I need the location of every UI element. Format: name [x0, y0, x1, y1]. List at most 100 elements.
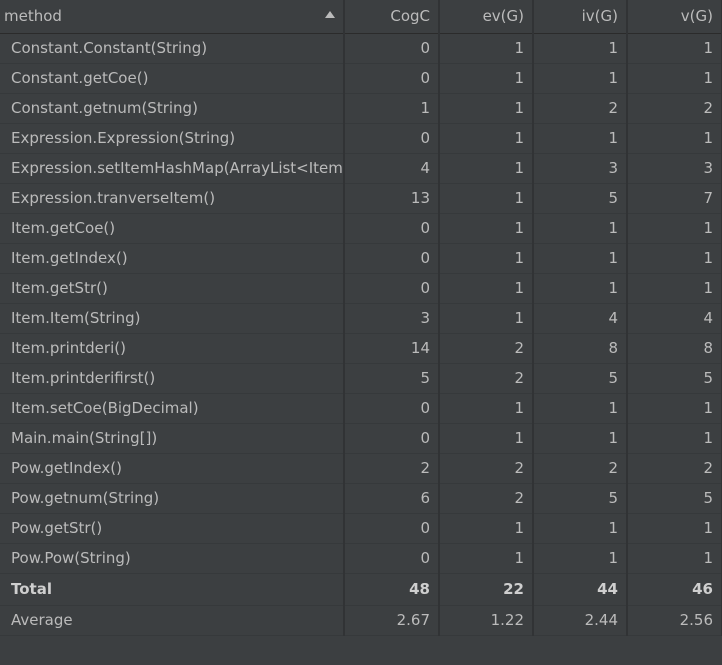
table-row[interactable]: Expression.tranverseItem() 13 1 5 7 [0, 183, 722, 214]
metrics-table: method CogC ev(G) iv(G) v(G) Constant.Co… [0, 0, 722, 636]
method-cell: Pow.getStr() [0, 513, 345, 544]
column-header-v[interactable]: v(G) [627, 0, 722, 34]
metric-cell-ev: 1 [439, 153, 534, 184]
table-row[interactable]: Expression.setItemHashMap(ArrayList<Item… [0, 153, 722, 184]
method-cell: Constant.getnum(String) [0, 93, 345, 124]
average-cogc: 2.67 [344, 605, 440, 636]
table-row[interactable]: Constant.Constant(String) 0 1 1 1 [0, 33, 722, 64]
table-row[interactable]: Item.getStr() 0 1 1 1 [0, 273, 722, 304]
metric-cell-v: 1 [627, 33, 722, 64]
total-v: 46 [627, 573, 722, 606]
metric-cell-cogc: 0 [344, 63, 440, 94]
table-row[interactable]: Item.getCoe() 0 1 1 1 [0, 213, 722, 244]
metric-cell-ev: 1 [439, 543, 534, 574]
metric-cell-iv: 1 [533, 273, 628, 304]
column-header-label: method [4, 7, 62, 26]
method-cell: Item.getIndex() [0, 243, 345, 274]
metric-cell-cogc: 5 [344, 363, 440, 394]
metric-cell-cogc: 4 [344, 153, 440, 184]
metric-cell-iv: 1 [533, 543, 628, 574]
metric-cell-cogc: 0 [344, 123, 440, 154]
method-cell: Expression.setItemHashMap(ArrayList<Item… [0, 153, 345, 184]
average-ev: 1.22 [439, 605, 534, 636]
table-row[interactable]: Pow.getnum(String) 6 2 5 5 [0, 483, 722, 514]
metric-cell-cogc: 6 [344, 483, 440, 514]
metric-cell-v: 2 [627, 453, 722, 484]
metric-cell-v: 4 [627, 303, 722, 334]
total-iv: 44 [533, 573, 628, 606]
metric-cell-v: 1 [627, 63, 722, 94]
table-row[interactable]: Pow.getIndex() 2 2 2 2 [0, 453, 722, 484]
average-row[interactable]: Average 2.67 1.22 2.44 2.56 [0, 605, 722, 636]
table-row[interactable]: Item.printderi() 14 2 8 8 [0, 333, 722, 364]
table-row[interactable]: Item.printderifirst() 5 2 5 5 [0, 363, 722, 394]
table-row[interactable]: Constant.getCoe() 0 1 1 1 [0, 63, 722, 94]
table-row[interactable]: Pow.getStr() 0 1 1 1 [0, 513, 722, 544]
method-cell: Pow.getIndex() [0, 453, 345, 484]
metric-cell-v: 5 [627, 363, 722, 394]
total-row[interactable]: Total 48 22 44 46 [0, 573, 722, 606]
metric-cell-v: 1 [627, 543, 722, 574]
metric-cell-ev: 1 [439, 63, 534, 94]
method-cell: Constant.getCoe() [0, 63, 345, 94]
metric-cell-ev: 1 [439, 393, 534, 424]
metric-cell-cogc: 0 [344, 33, 440, 64]
table-header-row: method CogC ev(G) iv(G) v(G) [0, 0, 722, 34]
method-cell: Pow.Pow(String) [0, 543, 345, 574]
table-row[interactable]: Expression.Expression(String) 0 1 1 1 [0, 123, 722, 154]
metric-cell-ev: 1 [439, 183, 534, 214]
column-header-iv[interactable]: iv(G) [533, 0, 628, 34]
column-header-cogc[interactable]: CogC [344, 0, 440, 34]
metric-cell-ev: 2 [439, 363, 534, 394]
table-row[interactable]: Constant.getnum(String) 1 1 2 2 [0, 93, 722, 124]
metric-cell-ev: 1 [439, 33, 534, 64]
method-cell: Main.main(String[]) [0, 423, 345, 454]
metric-cell-iv: 1 [533, 393, 628, 424]
metric-cell-iv: 1 [533, 213, 628, 244]
metric-cell-iv: 5 [533, 483, 628, 514]
method-cell: Item.printderi() [0, 333, 345, 364]
table-row[interactable]: Item.Item(String) 3 1 4 4 [0, 303, 722, 334]
metric-cell-cogc: 13 [344, 183, 440, 214]
table-row[interactable]: Item.setCoe(BigDecimal) 0 1 1 1 [0, 393, 722, 424]
column-header-method[interactable]: method [0, 0, 345, 34]
metric-cell-v: 1 [627, 273, 722, 304]
metric-cell-v: 1 [627, 393, 722, 424]
metric-cell-iv: 3 [533, 153, 628, 184]
method-cell: Pow.getnum(String) [0, 483, 345, 514]
metric-cell-v: 1 [627, 513, 722, 544]
metric-cell-iv: 1 [533, 123, 628, 154]
metric-cell-ev: 1 [439, 93, 534, 124]
metric-cell-cogc: 0 [344, 393, 440, 424]
metric-cell-iv: 2 [533, 453, 628, 484]
column-header-ev[interactable]: ev(G) [439, 0, 534, 34]
metric-cell-ev: 1 [439, 273, 534, 304]
method-cell: Item.getCoe() [0, 213, 345, 244]
method-cell: Constant.Constant(String) [0, 33, 345, 64]
average-iv: 2.44 [533, 605, 628, 636]
metric-cell-v: 2 [627, 93, 722, 124]
table-row[interactable]: Item.getIndex() 0 1 1 1 [0, 243, 722, 274]
total-label: Total [0, 573, 345, 606]
metric-cell-iv: 1 [533, 243, 628, 274]
metric-cell-v: 3 [627, 153, 722, 184]
metric-cell-iv: 1 [533, 513, 628, 544]
metric-cell-ev: 2 [439, 483, 534, 514]
metric-cell-iv: 1 [533, 423, 628, 454]
average-label: Average [0, 605, 345, 636]
metric-cell-v: 1 [627, 423, 722, 454]
table-row[interactable]: Pow.Pow(String) 0 1 1 1 [0, 543, 722, 574]
method-cell: Item.setCoe(BigDecimal) [0, 393, 345, 424]
metric-cell-iv: 1 [533, 33, 628, 64]
method-cell: Item.Item(String) [0, 303, 345, 334]
metric-cell-ev: 1 [439, 123, 534, 154]
metric-cell-v: 1 [627, 123, 722, 154]
metric-cell-iv: 8 [533, 333, 628, 364]
metric-cell-ev: 1 [439, 303, 534, 334]
table-row[interactable]: Main.main(String[]) 0 1 1 1 [0, 423, 722, 454]
method-cell: Expression.Expression(String) [0, 123, 345, 154]
sort-ascending-icon[interactable] [325, 11, 335, 18]
metric-cell-cogc: 0 [344, 273, 440, 304]
metric-cell-ev: 1 [439, 513, 534, 544]
metric-cell-cogc: 2 [344, 453, 440, 484]
